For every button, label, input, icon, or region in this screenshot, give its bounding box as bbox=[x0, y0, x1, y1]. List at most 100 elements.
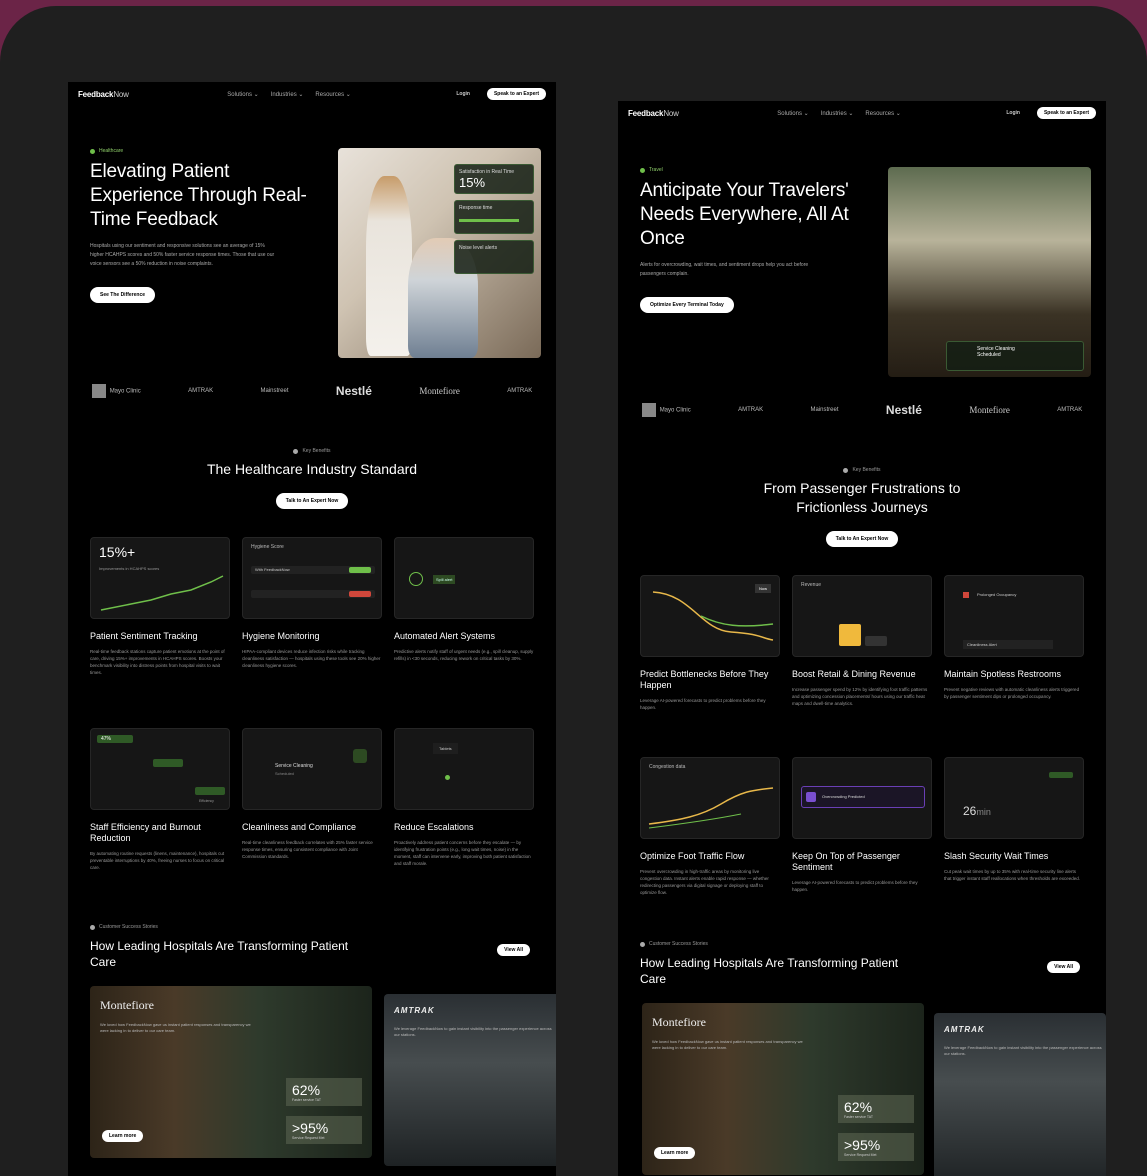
stat-faster: 62% Faster service TAT bbox=[286, 1078, 362, 1106]
benefits-tag: Key Benefits bbox=[618, 467, 1106, 473]
sentiment-line-chart bbox=[100, 575, 224, 611]
feature-card: Revenue bbox=[792, 575, 932, 657]
stories-title: How Leading Hospitals Are Transforming P… bbox=[90, 939, 349, 969]
logo-amtrak: AMTRAK bbox=[188, 388, 214, 394]
feature-escalations: Tablets Reduce Escalations Proactively a… bbox=[394, 728, 534, 871]
stat-requests: >95% Service Request Met bbox=[286, 1116, 362, 1144]
service-cleaning-card: Service Cleaning Scheduled bbox=[946, 341, 1084, 371]
feature-card: Now bbox=[640, 575, 780, 657]
check-icon bbox=[843, 467, 849, 473]
top-nav: FeedbackNow Solutions ⌄ Industries ⌄ Res… bbox=[618, 101, 1106, 125]
user-icon bbox=[640, 941, 645, 947]
speak-to-expert-button[interactable]: Speak to an Expert bbox=[486, 88, 546, 100]
hero-image-airport: Service Cleaning Scheduled bbox=[888, 167, 1091, 377]
nav-industries[interactable]: Industries ⌄ bbox=[271, 91, 304, 98]
user-icon bbox=[90, 924, 95, 930]
prediction-box: Overcrowding Predicted bbox=[801, 786, 925, 808]
logo-nestle: Nestlé bbox=[335, 384, 372, 398]
feature-card: Hygiene Score With FeedbackNow bbox=[242, 537, 382, 619]
top-nav: FeedbackNow Solutions ⌄ Industries ⌄ Res… bbox=[68, 82, 556, 106]
feature-security-wait: 26min Slash Security Wait Times Cut peak… bbox=[944, 757, 1084, 896]
feature-card: 26min bbox=[944, 757, 1084, 839]
stories-tag: Customer Success Stories bbox=[90, 924, 530, 930]
talk-expert-button[interactable]: Talk to An Expert Now bbox=[275, 493, 349, 509]
stories-header: Customer Success Stories How Leading Hos… bbox=[90, 924, 530, 970]
story-amtrak[interactable]: AMTRAK We leverage FeedbackNow to gain i… bbox=[384, 994, 556, 1166]
view-all-button[interactable]: View All bbox=[497, 944, 530, 956]
hero: Healthcare Elevating Patient Experience … bbox=[90, 148, 310, 303]
speak-to-expert-button[interactable]: Speak to an Expert bbox=[1036, 107, 1096, 119]
stories-tag: Customer Success Stories bbox=[640, 941, 1080, 947]
logo-montefiore: Montefiore bbox=[969, 405, 1010, 415]
status-dot bbox=[445, 775, 450, 780]
feature-staff-efficiency: 47% Efficiency Staff Efficiency and Burn… bbox=[90, 728, 230, 871]
mockup-frame: FeedbackNow Solutions ⌄ Industries ⌄ Res… bbox=[0, 6, 1147, 1176]
nav-solutions[interactable]: Solutions ⌄ bbox=[227, 91, 258, 98]
logo-mayo: Mayo Clinic bbox=[91, 384, 141, 398]
logo[interactable]: FeedbackNow bbox=[78, 90, 129, 99]
learn-more-button[interactable]: Learn more bbox=[654, 1147, 696, 1159]
feature-card: Overcrowding Predicted bbox=[792, 757, 932, 839]
stat-requests: >95% Service Request Met bbox=[838, 1133, 914, 1161]
feature-card: Congestion data bbox=[640, 757, 780, 839]
nav-resources[interactable]: Resources ⌄ bbox=[865, 110, 900, 117]
hero-description: Hospitals using our sentiment and respon… bbox=[90, 243, 275, 267]
story-montefiore[interactable]: Montefiore We loved how FeedbackNow gave… bbox=[642, 1003, 924, 1175]
feature-restrooms: Prolonged Occupancy Cleanliness Alert Ma… bbox=[944, 575, 1084, 711]
hero-title: Anticipate Your Travelers' Needs Everywh… bbox=[640, 180, 849, 249]
logo-montefiore: Montefiore bbox=[419, 386, 460, 396]
red-badge bbox=[349, 591, 371, 597]
logo-mainstreet: Mainstreet bbox=[260, 388, 289, 394]
feature-card: 15%+ Improvements in HCAHPS scores bbox=[90, 537, 230, 619]
green-badge bbox=[349, 567, 371, 573]
benefits-tag: Key Benefits bbox=[68, 448, 556, 454]
see-difference-button[interactable]: See The Difference bbox=[90, 287, 156, 303]
story-montefiore[interactable]: Montefiore We loved how FeedbackNow gave… bbox=[90, 986, 372, 1158]
talk-expert-button[interactable]: Talk to An Expert Now bbox=[825, 531, 899, 547]
logo[interactable]: FeedbackNow bbox=[628, 109, 679, 118]
nav-solutions[interactable]: Solutions ⌄ bbox=[777, 110, 808, 117]
nav-resources[interactable]: Resources ⌄ bbox=[315, 91, 350, 98]
benefits-title: The Healthcare Industry Standard bbox=[206, 461, 418, 477]
benefits-title: From Passenger Frustrations to Frictionl… bbox=[763, 480, 961, 515]
learn-more-button[interactable]: Learn more bbox=[102, 1130, 144, 1142]
healthcare-page: FeedbackNow Solutions ⌄ Industries ⌄ Res… bbox=[68, 82, 556, 1176]
feature-card: Service Cleaning Scheduled bbox=[242, 728, 382, 810]
benefits-header: Key Benefits From Passenger Frustrations… bbox=[618, 467, 1106, 547]
login-link[interactable]: Login bbox=[999, 107, 1027, 119]
travel-page: FeedbackNow Solutions ⌄ Industries ⌄ Res… bbox=[618, 101, 1106, 1176]
sparkle-icon bbox=[806, 792, 816, 802]
clock-icon bbox=[353, 749, 367, 763]
login-link[interactable]: Login bbox=[449, 88, 477, 100]
tag-icon bbox=[640, 167, 645, 173]
revenue-bar bbox=[839, 624, 861, 646]
status-badge bbox=[1049, 772, 1073, 778]
nav-links: Solutions ⌄ Industries ⌄ Resources ⌄ bbox=[777, 110, 900, 117]
logo-nestle: Nestlé bbox=[885, 403, 922, 417]
feature-alerts: Spill alert Automated Alert Systems Pred… bbox=[394, 537, 534, 676]
response-progress bbox=[459, 219, 519, 222]
tag-icon bbox=[90, 148, 95, 154]
feature-foot-traffic: Congestion data Optimize Foot Traffic Fl… bbox=[640, 757, 780, 896]
story-amtrak[interactable]: AMTRAK We leverage FeedbackNow to gain i… bbox=[934, 1013, 1106, 1176]
view-all-button[interactable]: View All bbox=[1047, 961, 1080, 973]
features-row-1: 15%+ Improvements in HCAHPS scores Patie… bbox=[90, 537, 534, 676]
stories-header: Customer Success Stories How Leading Hos… bbox=[640, 941, 1080, 987]
noise-alerts-card: Noise level alerts bbox=[454, 240, 534, 274]
nurse-figure bbox=[366, 176, 412, 356]
client-logos: Mayo Clinic AMTRAK Mainstreet Nestlé Mon… bbox=[68, 384, 556, 398]
features-row-1: Now Predict Bottlenecks Before They Happ… bbox=[640, 575, 1084, 711]
feature-hygiene: Hygiene Score With FeedbackNow Hygiene M… bbox=[242, 537, 382, 676]
industry-tag: Healthcare bbox=[90, 148, 310, 154]
feature-passenger-sentiment: Overcrowding Predicted Keep On Top of Pa… bbox=[792, 757, 932, 896]
stat-faster: 62% Faster service TAT bbox=[838, 1095, 914, 1123]
logo-amtrak: AMTRAK bbox=[738, 407, 764, 413]
congestion-curve bbox=[648, 787, 774, 829]
feature-cleanliness: Service Cleaning Scheduled Cleanliness a… bbox=[242, 728, 382, 871]
nav-links: Solutions ⌄ Industries ⌄ Resources ⌄ bbox=[227, 91, 350, 98]
optimize-terminal-button[interactable]: Optimize Every Terminal Today bbox=[640, 297, 734, 313]
nav-industries[interactable]: Industries ⌄ bbox=[821, 110, 854, 117]
hero: Travel Anticipate Your Travelers' Needs … bbox=[640, 167, 860, 313]
feature-card: 47% Efficiency bbox=[90, 728, 230, 810]
client-logos: Mayo Clinic AMTRAK Mainstreet Nestlé Mon… bbox=[618, 403, 1106, 417]
